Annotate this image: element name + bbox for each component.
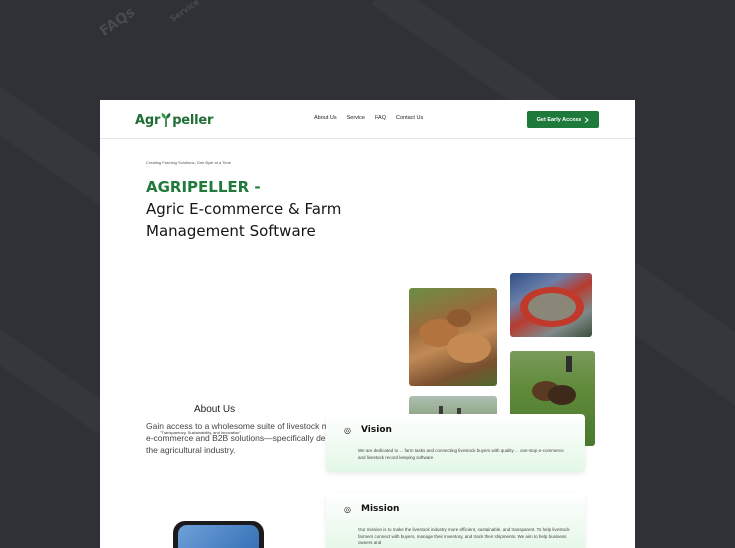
vision-card: ◎ Vision We are dedicated to ... farm ta… bbox=[326, 414, 585, 472]
hero-title-line-2: Agric E-commerce & Farm bbox=[146, 200, 342, 218]
hero-title: AGRIPELLER - Agric E-commerce & Farm Man… bbox=[146, 176, 406, 242]
logo[interactable]: Agr peller bbox=[135, 109, 213, 131]
hero-title-brand: AGRIPELLER - bbox=[146, 178, 261, 196]
website-preview: Agr peller About Us Service FAQ Contact … bbox=[100, 100, 635, 548]
logo-suffix: peller bbox=[172, 112, 214, 128]
about-us-heading: About Us bbox=[194, 404, 236, 415]
hero-title-line-3: Management Software bbox=[146, 222, 316, 240]
about-us-tagline: "Transparency, Sustainability, and Innov… bbox=[160, 430, 241, 435]
backdrop-word-service: Service bbox=[168, 0, 201, 24]
get-early-access-button[interactable]: Get Early Access bbox=[527, 111, 599, 128]
nav-link-service[interactable]: Service bbox=[347, 115, 365, 121]
hero-eyebrow: Creating Farming Solutions, One Byte at … bbox=[146, 160, 231, 165]
nav-link-contact-us[interactable]: Contact Us bbox=[396, 115, 423, 121]
mission-text: Our mission is to make the livestock ind… bbox=[358, 527, 570, 545]
nav-links: About Us Service FAQ Contact Us bbox=[314, 115, 423, 121]
mission-title: Mission bbox=[361, 504, 400, 514]
chevron-right-icon bbox=[585, 116, 590, 123]
cows-photo bbox=[409, 288, 497, 386]
phone-mockup bbox=[173, 521, 264, 548]
vision-title: Vision bbox=[361, 425, 392, 435]
bucket-photo bbox=[510, 273, 592, 337]
get-early-access-label: Get Early Access bbox=[536, 116, 582, 123]
target-icon: ◎ bbox=[344, 426, 351, 435]
windmill-leaf-icon bbox=[161, 113, 171, 127]
target-icon: ◎ bbox=[344, 505, 351, 514]
backdrop-word-faqs: FAQs bbox=[96, 4, 139, 40]
phone-screen bbox=[178, 525, 259, 548]
top-navbar: Agr peller About Us Service FAQ Contact … bbox=[100, 100, 635, 139]
vision-text: We are dedicated to ... farm tasks and c… bbox=[358, 448, 564, 460]
nav-link-faq[interactable]: FAQ bbox=[375, 115, 386, 121]
logo-prefix: Agr bbox=[135, 112, 161, 128]
mission-card: ◎ Mission Our mission is to make the liv… bbox=[326, 493, 585, 548]
nav-link-about-us[interactable]: About Us bbox=[314, 115, 337, 121]
